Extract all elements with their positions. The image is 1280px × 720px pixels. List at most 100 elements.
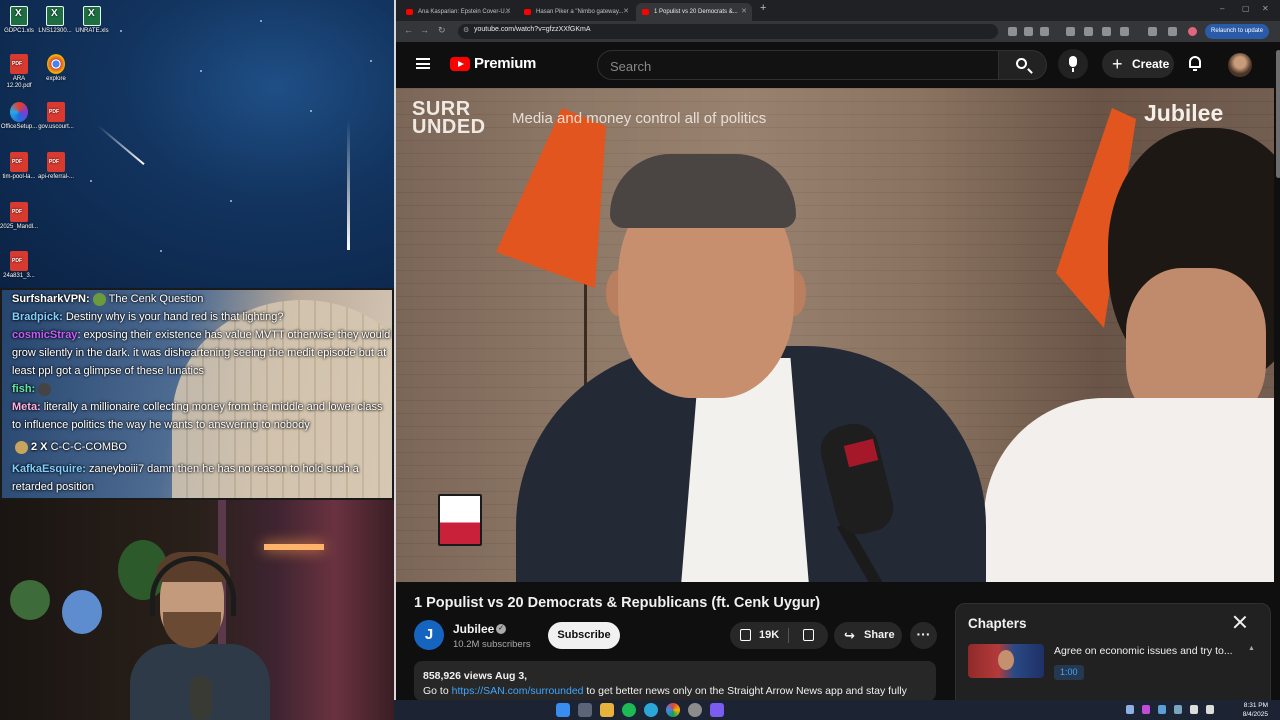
sidebar-icon[interactable] xyxy=(1148,27,1157,36)
share-button[interactable]: ↪ Share xyxy=(834,622,902,649)
obs-icon[interactable] xyxy=(688,703,702,717)
tray-icon[interactable] xyxy=(1142,705,1150,714)
notifications-bell-icon[interactable] xyxy=(1188,55,1202,71)
excel-file-icon xyxy=(10,6,28,26)
chapters-panel: Chapters Agree on economic issues and tr… xyxy=(955,603,1271,700)
tray-icon[interactable] xyxy=(1158,705,1166,714)
youtube-header: Premium + Create xyxy=(396,42,1280,88)
extension-icon[interactable] xyxy=(1102,27,1111,36)
taskbar-clock[interactable]: 8:31 PM 8/4/2025 xyxy=(1226,701,1268,719)
tray-icon[interactable] xyxy=(1174,705,1182,714)
windows-taskbar: 8:31 PM 8/4/2025 xyxy=(394,700,1280,720)
minimize-icon[interactable]: – xyxy=(1220,4,1224,13)
desktop-icon[interactable]: api-referral-... xyxy=(37,152,75,181)
desktop-icon[interactable]: explore xyxy=(37,54,75,83)
desktop-icon[interactable]: GDPC1.xls xyxy=(0,6,38,35)
back-arrow-icon[interactable]: ← xyxy=(404,25,413,35)
subscriber-count: 10.2M subscribers xyxy=(453,639,531,650)
desktop-icon[interactable]: tim-pool-la... xyxy=(0,152,38,181)
search-box[interactable] xyxy=(597,50,999,80)
youtube-favicon-icon xyxy=(406,9,413,15)
voice-search-button[interactable] xyxy=(1058,49,1088,79)
excel-file-icon xyxy=(83,6,101,26)
description-link[interactable]: https://SAN.com/surrounded xyxy=(452,685,584,697)
browser-tab[interactable]: Ana Kasparian: Epstein Cover-U... ✕ xyxy=(400,3,516,21)
browser-tab[interactable]: Hasan Piker a "Nimbo gateway... ✕ xyxy=(518,3,634,21)
subscribe-button[interactable]: Subscribe xyxy=(548,622,620,649)
desktop-icon[interactable]: ARA 12.20.pdf xyxy=(0,54,38,90)
create-button[interactable]: + Create xyxy=(1102,50,1174,78)
close-window-icon[interactable]: ✕ xyxy=(1262,4,1269,13)
close-icon[interactable] xyxy=(1232,614,1248,630)
maximize-icon[interactable]: ▢ xyxy=(1242,4,1250,13)
star xyxy=(310,110,312,112)
description-text: Go to https://SAN.com/surrounded to get … xyxy=(423,685,907,697)
profile-avatar-icon[interactable] xyxy=(1188,27,1197,36)
poland-flag-icon xyxy=(438,494,482,546)
extension-icon[interactable] xyxy=(1084,27,1093,36)
more-actions-button[interactable]: ··· xyxy=(910,622,937,649)
video-player[interactable]: SURR UNDED Media and money control all o… xyxy=(396,88,1274,582)
task-view-icon[interactable] xyxy=(578,703,592,717)
download-icon[interactable] xyxy=(1168,27,1177,36)
chrome-icon[interactable] xyxy=(666,703,680,717)
file-explorer-icon[interactable] xyxy=(600,703,614,717)
youtube-logo-icon[interactable] xyxy=(450,57,470,71)
new-tab-button[interactable]: + xyxy=(760,2,766,14)
search-input[interactable] xyxy=(610,57,990,75)
zoom-icon[interactable] xyxy=(1024,27,1033,36)
tray-icon[interactable] xyxy=(1126,705,1134,714)
account-avatar[interactable] xyxy=(1228,53,1252,77)
edge-icon[interactable] xyxy=(644,703,658,717)
star xyxy=(90,180,92,182)
desktop-icon[interactable]: LNS12300... xyxy=(36,6,74,35)
like-button[interactable]: 19K xyxy=(730,622,788,649)
chat-text: The Cenk Question xyxy=(108,293,204,305)
desktop-icon[interactable]: OfficeSetup... xyxy=(0,102,38,131)
jubilee-watermark: Jubilee xyxy=(1144,100,1224,126)
site-info-icon[interactable]: ⚙ xyxy=(463,26,469,34)
like-dislike-group: 19K xyxy=(730,622,828,649)
close-tab-icon[interactable]: ✕ xyxy=(505,3,511,21)
channel-name[interactable]: Jubilee xyxy=(453,622,494,636)
dislike-button[interactable] xyxy=(790,622,828,649)
pdf-file-icon xyxy=(10,54,28,74)
spotify-icon[interactable] xyxy=(622,703,636,717)
desktop-icon[interactable]: UNRATE.xls xyxy=(73,6,111,35)
close-tab-icon[interactable]: ✕ xyxy=(741,3,747,21)
browser-tab-active[interactable]: 1 Populist vs 20 Democrats &... ✕ xyxy=(636,3,752,21)
extension-icon[interactable] xyxy=(1066,27,1075,36)
extensions-puzzle-icon[interactable] xyxy=(1120,27,1129,36)
channel-avatar[interactable]: J xyxy=(414,620,444,650)
desktop-icon[interactable]: 2025_Mandl... xyxy=(0,202,38,231)
chat-username: Bradpick: xyxy=(12,311,63,323)
hamburger-menu-icon[interactable] xyxy=(416,58,430,69)
chapter-timestamp[interactable]: 1:00 xyxy=(1054,665,1084,680)
scroll-up-icon[interactable]: ▲ xyxy=(1248,645,1255,652)
relaunch-to-update-button[interactable]: Relaunch to update xyxy=(1205,24,1270,39)
app-icon[interactable] xyxy=(710,703,724,717)
excel-file-icon xyxy=(46,6,64,26)
clock-date: 8/4/2025 xyxy=(1242,711,1268,718)
chapter-title[interactable]: Agree on economic issues and try to... xyxy=(1054,645,1233,657)
search-button[interactable] xyxy=(999,50,1047,80)
youtube-premium-logo-text[interactable]: Premium xyxy=(474,55,536,72)
desktop-icon-label: api-referral-... xyxy=(37,174,74,180)
cast-icon[interactable] xyxy=(1008,27,1017,36)
forward-arrow-icon[interactable]: → xyxy=(420,25,429,35)
bookmark-star-icon[interactable] xyxy=(1040,27,1049,36)
desktop-icon-label: GDPC1.xls xyxy=(4,28,34,34)
description-box[interactable]: 858,926 views Aug 3, Go to https://SAN.c… xyxy=(414,661,936,700)
volume-icon[interactable] xyxy=(1206,705,1214,714)
reload-icon[interactable]: ↻ xyxy=(438,25,446,36)
chapter-thumbnail[interactable] xyxy=(968,644,1044,678)
start-windows-icon[interactable] xyxy=(556,703,570,717)
chat-combo-count: 2 X xyxy=(31,441,48,453)
url-input[interactable]: ⚙ youtube.com/watch?v=gfzzXXfGKmA xyxy=(458,24,998,39)
scrollbar-thumb[interactable] xyxy=(1276,50,1280,178)
close-tab-icon[interactable]: ✕ xyxy=(623,3,629,21)
desktop-icon[interactable]: gov.uscourt... xyxy=(37,102,75,131)
network-icon[interactable] xyxy=(1190,705,1198,714)
star xyxy=(260,20,262,22)
desktop-icon[interactable]: 24a831_3... xyxy=(0,251,38,280)
